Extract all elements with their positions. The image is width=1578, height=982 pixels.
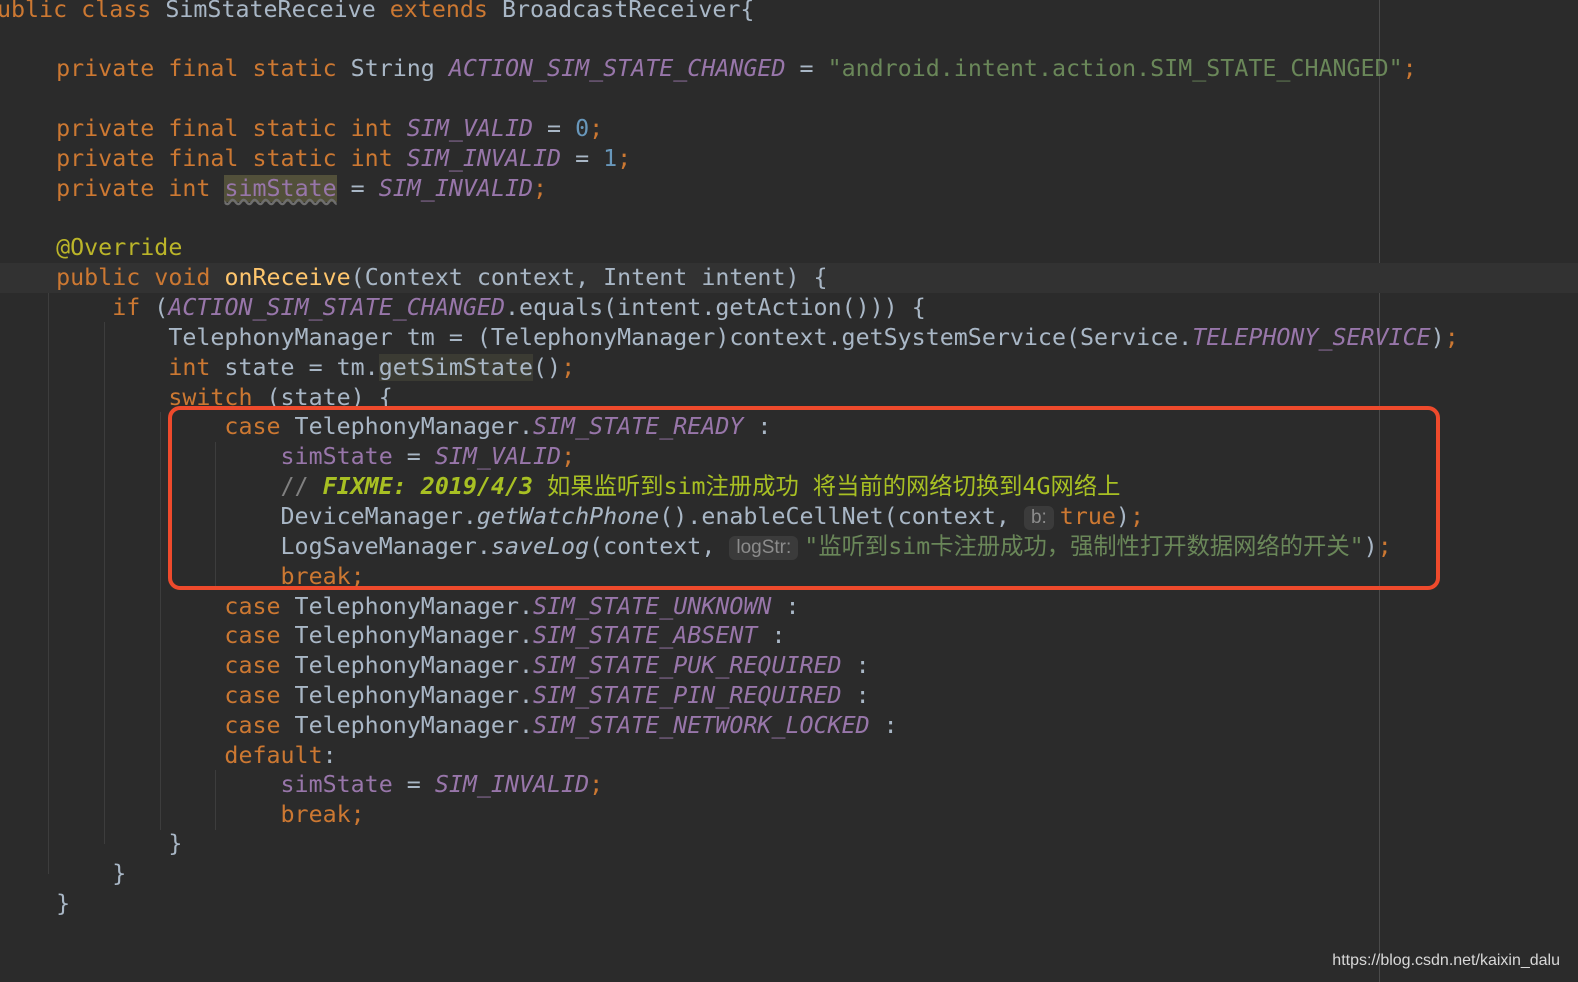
constant-ref: SIM_INVALID: [378, 175, 534, 202]
watermark-url: https://blog.csdn.net/kaixin_dalu: [1332, 952, 1560, 969]
colon: :: [771, 593, 800, 620]
class-name: SimStateReceive: [165, 0, 376, 23]
code-line[interactable]: @Override: [0, 233, 1578, 263]
field-name-highlighted: simState: [224, 175, 337, 202]
code-line[interactable]: }: [0, 889, 1578, 919]
colon: :: [757, 622, 786, 649]
closing-brace: }: [168, 830, 183, 857]
operator: =: [392, 771, 435, 798]
method-params: (Context context, Intent intent) {: [350, 264, 828, 291]
code-line[interactable]: case TelephonyManager.SIM_STATE_ABSENT :: [0, 621, 1578, 651]
code-line[interactable]: simState = SIM_INVALID;: [0, 770, 1578, 800]
keyword: int: [168, 354, 211, 381]
paren: (: [140, 294, 169, 321]
keyword: case: [224, 593, 281, 620]
keyword: case: [224, 652, 281, 679]
modifiers: private final static int: [56, 115, 393, 142]
operator: =: [561, 145, 604, 172]
constant-ref: SIM_STATE_UNKNOWN: [533, 593, 772, 620]
semicolon: ;: [561, 354, 576, 381]
code-line-current[interactable]: public void onReceive(Context context, I…: [0, 263, 1578, 293]
colon: :: [841, 682, 870, 709]
keyword: case: [224, 682, 281, 709]
constant-ref: SIM_STATE_PUK_REQUIRED: [533, 652, 842, 679]
number-literal: 1: [603, 145, 618, 172]
modifiers: private int: [56, 175, 211, 202]
paren: ): [1430, 324, 1445, 351]
code-line[interactable]: private final static String ACTION_SIM_S…: [0, 54, 1578, 84]
semicolon: ;: [1402, 55, 1417, 82]
parent-class: BroadcastReceiver{: [501, 0, 755, 23]
colon: :: [869, 712, 898, 739]
type-name: String: [350, 55, 435, 82]
field-ref: simState: [280, 771, 393, 798]
keyword: extends: [389, 0, 488, 23]
method-call-highlighted: getSimState: [378, 354, 533, 381]
code-line[interactable]: case TelephonyManager.SIM_STATE_PIN_REQU…: [0, 681, 1578, 711]
keyword: class: [81, 0, 152, 23]
code-text: .equals(intent.getAction())) {: [504, 294, 926, 321]
method-name: onReceive: [224, 264, 351, 291]
code-line[interactable]: case TelephonyManager.SIM_STATE_NETWORK_…: [0, 711, 1578, 741]
code-line[interactable]: break;: [0, 800, 1578, 830]
closing-brace: }: [112, 860, 127, 887]
keyword: break;: [280, 801, 365, 828]
keyword: case: [224, 622, 281, 649]
constant-name: SIM_VALID: [406, 115, 533, 142]
constant-ref: SIM_INVALID: [434, 771, 590, 798]
code-line[interactable]: TelephonyManager tm = (TelephonyManager)…: [0, 323, 1578, 353]
semicolon: ;: [533, 175, 548, 202]
constant-ref: SIM_STATE_NETWORK_LOCKED: [533, 712, 870, 739]
code-line[interactable]: ublic class SimStateReceive extends Broa…: [0, 0, 1575, 25]
code-editor[interactable]: ublic class SimStateReceive extends Broa…: [0, 0, 1578, 982]
code-line[interactable]: }: [0, 829, 1578, 859]
code-line[interactable]: int state = tm.getSimState();: [0, 353, 1578, 383]
constant-ref: SIM_STATE_PIN_REQUIRED: [533, 682, 842, 709]
keyword: default: [224, 742, 323, 769]
keyword: if: [112, 294, 141, 321]
constant-ref: ACTION_SIM_STATE_CHANGED: [168, 294, 505, 321]
constant-name: SIM_INVALID: [406, 145, 562, 172]
semicolon: ;: [1444, 324, 1459, 351]
keyword: case: [224, 712, 281, 739]
closing-brace: }: [56, 890, 71, 917]
constant-ref: TELEPHONY_SERVICE: [1192, 324, 1431, 351]
code-text: state = tm.: [210, 354, 379, 381]
operator: =: [336, 175, 379, 202]
code-line[interactable]: case TelephonyManager.SIM_STATE_UNKNOWN …: [0, 592, 1578, 622]
code-line[interactable]: }: [0, 859, 1578, 889]
annotation: @Override: [56, 234, 183, 261]
class-ref: TelephonyManager.: [280, 652, 533, 679]
class-ref: TelephonyManager.: [280, 682, 533, 709]
code-line[interactable]: private final static int SIM_VALID = 0;: [0, 114, 1578, 144]
modifiers: public void: [56, 264, 211, 291]
code-line[interactable]: private final static int SIM_INVALID = 1…: [0, 144, 1578, 174]
code-text: TelephonyManager tm = (TelephonyManager)…: [168, 324, 1193, 351]
number-literal: 0: [575, 115, 590, 142]
constant-ref: SIM_STATE_ABSENT: [533, 622, 758, 649]
class-ref: TelephonyManager.: [280, 712, 533, 739]
highlight-box: [168, 406, 1440, 590]
class-ref: TelephonyManager.: [280, 593, 533, 620]
operator: =: [533, 115, 576, 142]
semicolon: ;: [617, 145, 632, 172]
semicolon: ;: [589, 115, 604, 142]
code-line[interactable]: case TelephonyManager.SIM_STATE_PUK_REQU…: [0, 651, 1578, 681]
code-line[interactable]: private int simState = SIM_INVALID;: [0, 174, 1578, 204]
modifiers: private final static int: [56, 145, 393, 172]
code-text: (): [533, 354, 562, 381]
class-ref: TelephonyManager.: [280, 622, 533, 649]
operator: =: [785, 55, 828, 82]
code-line[interactable]: if (ACTION_SIM_STATE_CHANGED.equals(inte…: [0, 293, 1578, 323]
semicolon: ;: [589, 771, 604, 798]
string-literal: "android.intent.action.SIM_STATE_CHANGED…: [827, 55, 1403, 82]
keyword: ublic: [0, 0, 68, 23]
colon: :: [841, 652, 870, 679]
colon: :: [322, 742, 337, 769]
modifiers: private final static: [56, 55, 337, 82]
constant-name: ACTION_SIM_STATE_CHANGED: [448, 55, 786, 82]
code-line[interactable]: default:: [0, 741, 1578, 771]
